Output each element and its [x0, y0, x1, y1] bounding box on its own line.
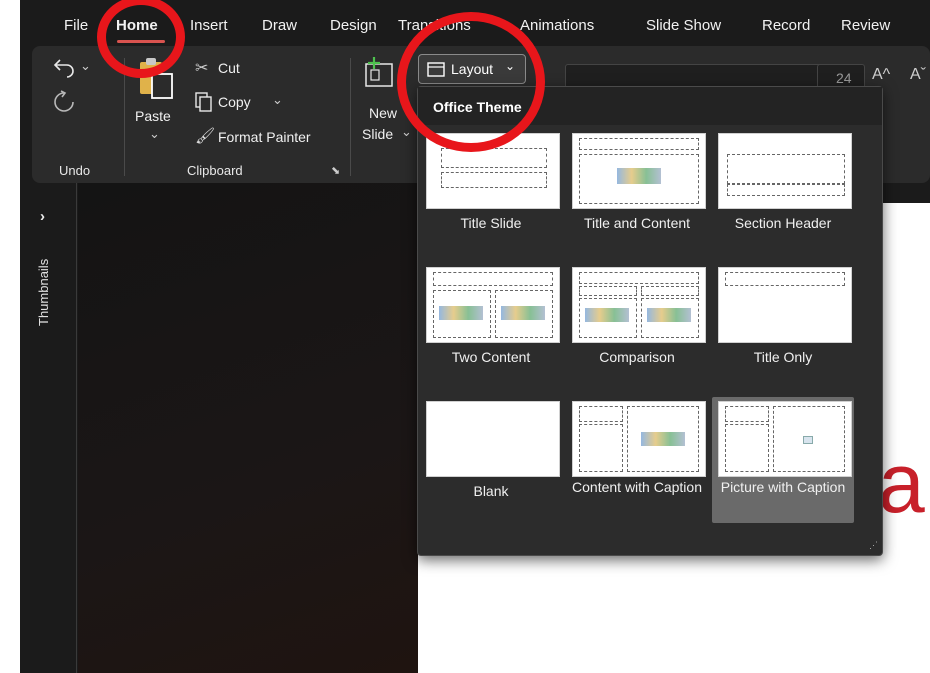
format-painter-button[interactable]: Format Painter	[218, 129, 311, 145]
layout-thumbnail	[718, 401, 852, 477]
tab-design[interactable]: Design	[330, 17, 377, 34]
tab-slide-show[interactable]: Slide Show	[646, 17, 721, 34]
new-slide-label[interactable]: New	[369, 105, 397, 121]
layout-thumbnail	[718, 267, 852, 343]
paste-label[interactable]: Paste	[135, 108, 171, 124]
undo-dropdown-icon[interactable]: ⌄	[80, 58, 91, 74]
resize-grip-icon[interactable]: ⋰	[869, 540, 878, 551]
layout-title-only[interactable]: Title Only	[712, 263, 854, 389]
layout-label: Title Only	[753, 349, 813, 365]
copy-button[interactable]: Copy	[218, 94, 251, 110]
editing-canvas-background	[78, 183, 418, 673]
cut-button[interactable]: Cut	[218, 60, 240, 76]
layout-label: Comparison	[599, 349, 675, 365]
layout-blank[interactable]: Blank	[420, 397, 562, 523]
layout-title-and-content[interactable]: Title and Content	[566, 129, 708, 255]
layout-picture-with-caption[interactable]: Picture with Caption	[712, 397, 854, 523]
copy-icon[interactable]	[195, 92, 213, 112]
new-slide-label-2[interactable]: Slide	[362, 126, 393, 142]
thumbnails-panel	[20, 183, 77, 673]
layout-label: Title Slide	[460, 215, 522, 231]
content-placeholder-icons	[617, 168, 661, 184]
tab-record[interactable]: Record	[762, 17, 810, 34]
format-painter-icon[interactable]: 🖌	[195, 126, 215, 146]
clipboard-group-label: Clipboard	[187, 163, 243, 178]
tab-insert[interactable]: Insert	[190, 17, 228, 34]
font-size-value: 24	[836, 70, 852, 86]
layout-label: Content with Caption	[572, 479, 702, 495]
copy-dropdown-icon[interactable]: ⌄	[272, 92, 283, 108]
layout-label: Title and Content	[583, 215, 691, 231]
clipboard-launcher-icon[interactable]: ⬊	[331, 164, 340, 177]
layout-label: Blank	[473, 483, 509, 499]
paste-dropdown-icon[interactable]: ⌄	[149, 126, 160, 142]
layout-gallery-dropdown: Office Theme Title Slide Title and Conte…	[417, 86, 883, 556]
redo-icon[interactable]	[52, 90, 76, 114]
layout-thumbnail	[426, 401, 560, 477]
layout-label: Section Header	[734, 215, 832, 231]
layout-label: Two Content	[451, 349, 531, 365]
divider	[124, 58, 125, 176]
layout-comparison[interactable]: Comparison	[566, 263, 708, 389]
layout-thumbnail	[572, 267, 706, 343]
cut-icon[interactable]: ✂	[195, 58, 208, 78]
layout-thumbnail	[426, 267, 560, 343]
layout-thumbnail	[572, 401, 706, 477]
divider	[350, 58, 351, 176]
layout-section-header[interactable]: Section Header	[712, 129, 854, 255]
annotation-circle-layout	[397, 12, 545, 152]
shrink-font-icon[interactable]: Aˇ	[910, 66, 926, 84]
tab-file[interactable]: File	[64, 17, 88, 34]
layout-content-with-caption[interactable]: Content with Caption	[566, 397, 708, 523]
undo-icon[interactable]	[52, 56, 78, 78]
layout-thumbnail	[572, 133, 706, 209]
tab-draw[interactable]: Draw	[262, 17, 297, 34]
thumbnails-label[interactable]: Thumbnails	[36, 259, 51, 326]
new-slide-dropdown-icon[interactable]: ⌄	[401, 124, 412, 140]
tab-review[interactable]: Review	[841, 17, 890, 34]
grow-font-icon[interactable]: A^	[872, 66, 890, 84]
layout-two-content[interactable]: Two Content	[420, 263, 562, 389]
undo-group-label: Undo	[59, 163, 91, 178]
new-slide-icon[interactable]	[362, 56, 396, 90]
layout-label: Picture with Caption	[720, 479, 846, 495]
tab-animations[interactable]: Animations	[520, 17, 594, 34]
slide-title-text[interactable]: a	[878, 435, 925, 532]
layout-thumbnail	[718, 133, 852, 209]
expand-thumbnails-icon[interactable]: ›	[40, 208, 45, 225]
